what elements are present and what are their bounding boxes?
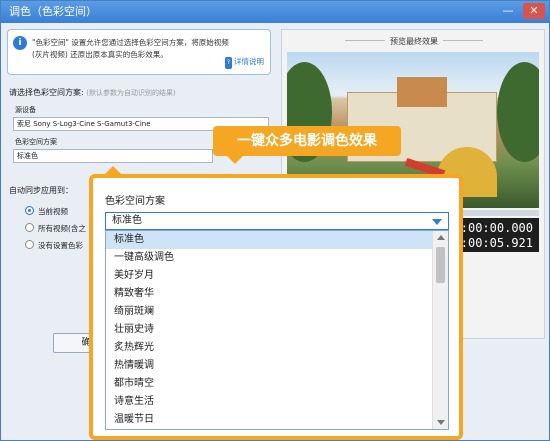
apply-label: 自动同步应用到： <box>9 186 73 195</box>
dropdown-item[interactable]: 标准色 <box>106 231 433 249</box>
help-link[interactable]: ? 详情说明 <box>224 56 264 69</box>
window-title: 调色（色彩空间） <box>9 5 97 18</box>
dropdown-item[interactable]: 诗意生活 <box>106 393 433 411</box>
building-roof-shape <box>397 77 447 107</box>
help-label: 详情说明 <box>234 57 264 66</box>
color-grading-window: 调色（色彩空间） — ✕ i "色彩空间" 设置允许您通过选择色彩空间方案，将原… <box>0 0 550 441</box>
info-text-line1: "色彩空间" 设置允许您通过选择色彩空间方案，将原始视频 <box>32 38 229 47</box>
colorspace-section-label: 请选择色彩空间方案: (默认参数为自动识别的结果) <box>9 87 176 98</box>
apply-option-all[interactable]: 所有视频(含之 <box>25 223 86 234</box>
radio-icon <box>25 206 34 215</box>
chevron-down-icon[interactable] <box>432 219 442 225</box>
dropdown-item[interactable]: 炙热辉光 <box>106 339 433 357</box>
scroll-thumb[interactable] <box>436 247 445 283</box>
preview-title: 预览最终效果 <box>282 36 546 47</box>
dropdown-item[interactable]: 热情暖调 <box>106 357 433 375</box>
dropdown-item[interactable]: 都市晴空 <box>106 375 433 393</box>
scheme-field[interactable]: 标准色 <box>13 149 213 163</box>
scheme-combo[interactable]: 标准色 <box>105 212 449 230</box>
dropdown-item[interactable]: 精致奢华 <box>106 285 433 303</box>
minimize-icon[interactable]: — <box>497 3 519 19</box>
colorspace-popup: 色彩空间方案 标准色 标准色 一键高级调色 美好岁月 精致奢华 绮丽斑斓 壮丽史… <box>89 166 463 440</box>
dropdown-item[interactable]: 温暖节日 <box>106 411 433 429</box>
dropdown-scrollbar[interactable] <box>432 231 448 429</box>
source-device-label: 源设备 <box>15 106 36 114</box>
info-icon: i <box>13 36 27 50</box>
radio-icon <box>25 240 34 249</box>
colorspace-title: 请选择色彩空间方案: <box>9 88 84 97</box>
radio-icon <box>25 223 34 232</box>
help-icon: ? <box>224 57 232 69</box>
feature-callout: 一键众多电影调色效果 <box>213 126 401 164</box>
dropdown-item[interactable]: 美好岁月 <box>106 267 433 285</box>
info-box: i "色彩空间" 设置允许您通过选择色彩空间方案，将原始视频 (灰片视频) 还原… <box>7 29 271 75</box>
apply-option-unset[interactable]: 没有设置色彩 <box>25 240 83 251</box>
scheme-dropdown-list: 标准色 一键高级调色 美好岁月 精致奢华 绮丽斑斓 壮丽史诗 炙热辉光 热情暖调… <box>105 230 449 430</box>
popup-label: 色彩空间方案 <box>105 196 165 207</box>
scroll-down-icon[interactable] <box>437 420 445 425</box>
dropdown-item[interactable]: 壮丽史诗 <box>106 321 433 339</box>
dropdown-item[interactable]: 绮丽斑斓 <box>106 303 433 321</box>
close-icon[interactable]: ✕ <box>523 3 545 19</box>
scheme-label: 色彩空间方案 <box>15 138 57 146</box>
tree-shape <box>497 62 539 162</box>
apply-option-current[interactable]: 当前视频 <box>25 206 68 217</box>
dropdown-item[interactable]: 一键高级调色 <box>106 249 433 267</box>
scheme-combo-value: 标准色 <box>112 215 142 226</box>
colorspace-hint: (默认参数为自动识别的结果) <box>86 89 176 97</box>
title-bar: 调色（色彩空间） — ✕ <box>1 1 549 23</box>
scroll-up-icon[interactable] <box>437 235 445 240</box>
